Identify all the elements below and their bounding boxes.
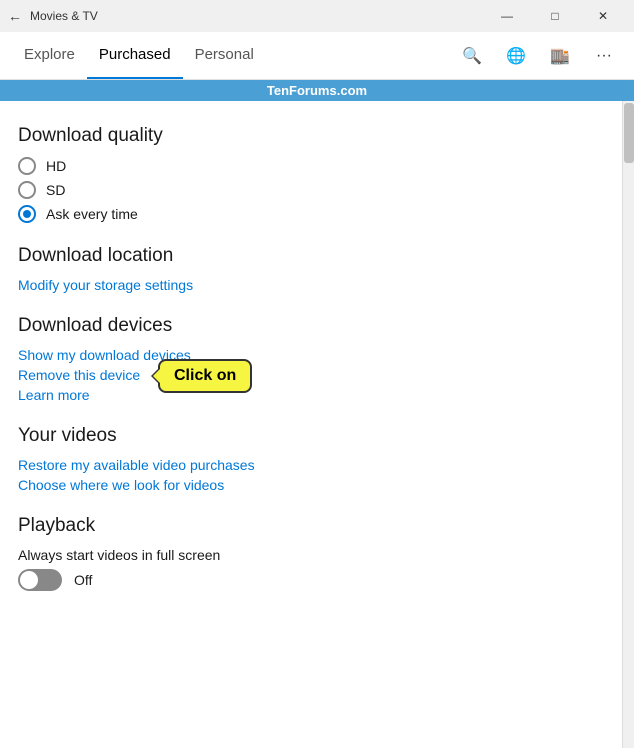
your-videos-section: Your videos Restore my available video p… xyxy=(18,425,604,493)
back-button[interactable]: ← xyxy=(8,8,22,24)
playback-title: Playback xyxy=(18,515,604,537)
nav-icons: 🔍 🌐 🏬 ··· xyxy=(454,38,622,74)
account-icon[interactable]: 🌐 xyxy=(498,38,534,74)
title-bar-title: Movies & TV xyxy=(30,9,484,23)
radio-sd[interactable]: SD xyxy=(18,181,604,199)
show-download-devices-link[interactable]: Show my download devices xyxy=(18,347,604,363)
close-button[interactable]: ✕ xyxy=(580,0,626,32)
fullscreen-toggle[interactable] xyxy=(18,569,62,591)
radio-ask-circle xyxy=(18,205,36,223)
radio-hd-circle xyxy=(18,157,36,175)
more-icon[interactable]: ··· xyxy=(586,38,622,74)
store-icon[interactable]: 🏬 xyxy=(542,38,578,74)
download-quality-section: Download quality HD SD Ask every time xyxy=(18,125,604,223)
choose-video-location-link[interactable]: Choose where we look for videos xyxy=(18,477,604,493)
modify-storage-link[interactable]: Modify your storage settings xyxy=(18,277,604,293)
scrollbar-thumb[interactable] xyxy=(624,103,634,163)
nav-bar: Explore Purchased Personal 🔍 🌐 🏬 ··· xyxy=(0,32,634,80)
radio-ask-label: Ask every time xyxy=(46,206,138,222)
radio-sd-label: SD xyxy=(46,182,65,198)
scrollbar[interactable] xyxy=(622,101,634,748)
toggle-knob xyxy=(20,571,38,589)
download-location-title: Download location xyxy=(18,245,604,267)
download-quality-options: HD SD Ask every time xyxy=(18,157,604,223)
toggle-state-label: Off xyxy=(74,572,92,588)
download-quality-title: Download quality xyxy=(18,125,604,147)
download-devices-title: Download devices xyxy=(18,315,604,337)
watermark: TenForums.com xyxy=(0,80,634,101)
download-location-section: Download location Modify your storage se… xyxy=(18,245,604,293)
click-tooltip: Click on xyxy=(158,359,252,393)
toggle-row: Off xyxy=(18,569,604,591)
remove-device-link[interactable]: Remove this device xyxy=(18,367,140,383)
radio-ask-every-time[interactable]: Ask every time xyxy=(18,205,604,223)
learn-more-link[interactable]: Learn more xyxy=(18,387,604,403)
radio-hd[interactable]: HD xyxy=(18,157,604,175)
download-devices-section: Download devices Show my download device… xyxy=(18,315,604,403)
minimize-button[interactable]: — xyxy=(484,0,530,32)
fullscreen-label: Always start videos in full screen xyxy=(18,547,604,563)
content-scroll: Download quality HD SD Ask every time xyxy=(0,101,622,748)
search-icon[interactable]: 🔍 xyxy=(454,38,490,74)
restore-purchases-link[interactable]: Restore my available video purchases xyxy=(18,457,604,473)
tab-purchased[interactable]: Purchased xyxy=(87,32,183,79)
maximize-button[interactable]: □ xyxy=(532,0,578,32)
radio-ask-inner xyxy=(23,210,31,218)
radio-hd-label: HD xyxy=(46,158,66,174)
title-bar: ← Movies & TV — □ ✕ xyxy=(0,0,634,32)
your-videos-title: Your videos xyxy=(18,425,604,447)
remove-device-wrapper: Remove this device Click on xyxy=(18,367,140,387)
content-area: Download quality HD SD Ask every time xyxy=(0,101,634,748)
tab-personal[interactable]: Personal xyxy=(183,32,266,79)
tab-explore[interactable]: Explore xyxy=(12,32,87,79)
window-controls: — □ ✕ xyxy=(484,0,626,32)
playback-section: Playback Always start videos in full scr… xyxy=(18,515,604,591)
radio-sd-circle xyxy=(18,181,36,199)
